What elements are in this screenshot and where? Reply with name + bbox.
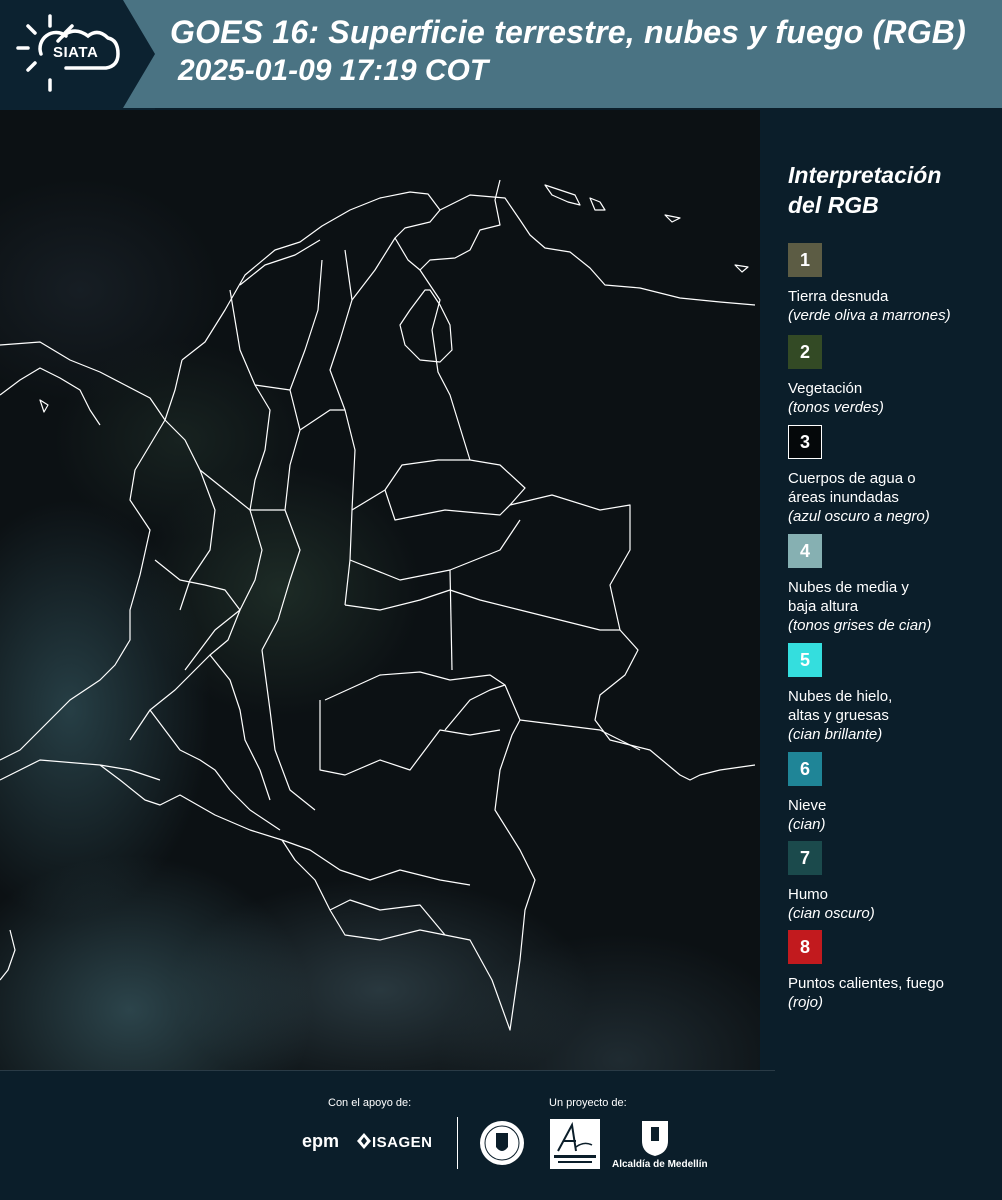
legend-swatch: 7 xyxy=(788,841,822,875)
legend-label: Nubes de hielo, altas y gruesas xyxy=(788,688,893,724)
legend-label: Tierra desnuda xyxy=(788,288,889,305)
legend-label: Humo xyxy=(788,886,829,903)
legend-sub: (verde oliva a marrones) xyxy=(788,307,951,324)
logo-text: SIATA xyxy=(53,44,99,61)
isagen-icon xyxy=(357,1133,371,1149)
legend-item-vegetation: 2 Vegetación (tonos verdes) xyxy=(788,335,998,417)
colombia-borders-map xyxy=(0,179,756,1031)
legend-swatch: 2 xyxy=(788,335,822,369)
legend-swatch: 3 xyxy=(788,425,822,459)
project-label: Un proyecto de: xyxy=(549,1097,627,1109)
support-label: Con el apoyo de: xyxy=(328,1097,412,1109)
legend-label: Cuerpos de agua o áreas inundadas xyxy=(788,470,916,506)
legend-swatch: 5 xyxy=(788,643,822,677)
legend-item-snow: 6 Nieve (cian) xyxy=(788,752,998,834)
legend-sub: (cian brillante) xyxy=(788,726,883,743)
legend-title: Interpretación del RGB xyxy=(788,160,941,220)
satellite-map xyxy=(0,110,760,1070)
legend-title-line2: del RGB xyxy=(788,192,879,218)
legend-sub: (tonos verdes) xyxy=(788,399,884,416)
legend-label: Nieve xyxy=(788,797,827,814)
area-metropolitana-logo-icon xyxy=(550,1119,600,1169)
legend-sub: (azul oscuro a negro) xyxy=(788,508,930,525)
legend-label: Vegetación xyxy=(788,380,863,397)
legend-sub: (tonos grises de cian) xyxy=(788,617,932,634)
legend-item-fire: 8 Puntos calientes, fuego (rojo) xyxy=(788,930,998,1012)
legend-item-ice-clouds: 5 Nubes de hielo, altas y gruesas (cian … xyxy=(788,643,998,744)
legend-sub: (cian) xyxy=(788,816,826,833)
footer-divider xyxy=(457,1117,458,1169)
legend-item-bare-land: 1 Tierra desnuda (verde oliva a marrones… xyxy=(788,243,998,325)
legend-swatch: 6 xyxy=(788,752,822,786)
legend-item-water: 3 Cuerpos de agua o áreas inundadas (azu… xyxy=(788,425,998,526)
legend-item-mid-low-clouds: 4 Nubes de media y baja altura (tonos gr… xyxy=(788,534,998,635)
alcaldia-text: Alcaldía de Medellín xyxy=(612,1159,708,1170)
alcaldia-shield-icon xyxy=(642,1121,668,1156)
legend-swatch: 8 xyxy=(788,930,822,964)
legend-sub: (cian oscuro) xyxy=(788,905,875,922)
legend-panel: Interpretación del RGB 1 Tierra desnuda … xyxy=(760,110,1002,1070)
legend-swatch: 1 xyxy=(788,243,822,277)
legend-label: Puntos calientes, fuego xyxy=(788,975,944,992)
page-timestamp: 2025-01-09 17:19 COT xyxy=(178,54,489,87)
legend-item-smoke: 7 Humo (cian oscuro) xyxy=(788,841,998,923)
epm-logo: epm xyxy=(302,1131,340,1151)
legend-sub: (rojo) xyxy=(788,994,824,1011)
legend-swatch: 4 xyxy=(788,534,822,568)
header: SIATA GOES 16: Superficie terrestre, nub… xyxy=(0,0,1002,110)
footer: Con el apoyo de: Un proyecto de: epm ISA… xyxy=(0,1071,1002,1200)
isagen-logo: ISAGEN xyxy=(372,1134,433,1151)
legend-title-line1: Interpretación xyxy=(788,162,942,188)
university-seal-icon xyxy=(480,1121,524,1165)
legend-label: Nubes de media y baja altura xyxy=(788,579,909,615)
page-title: GOES 16: Superficie terrestre, nubes y f… xyxy=(170,14,966,50)
